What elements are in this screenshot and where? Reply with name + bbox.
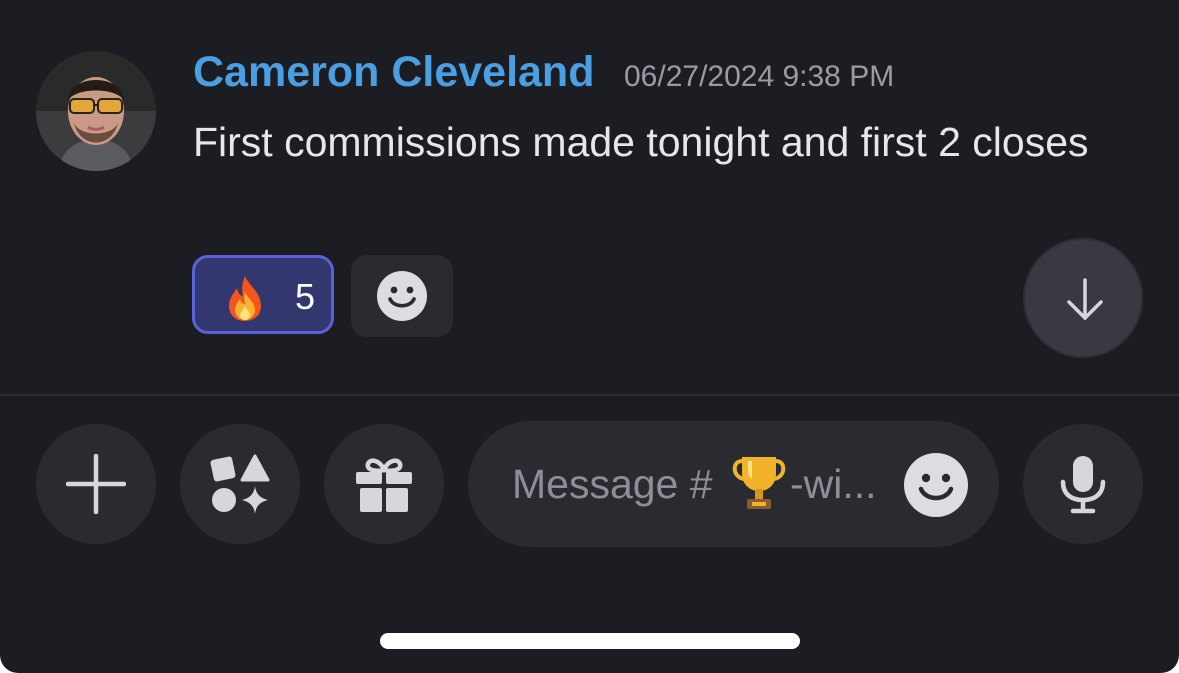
voice-message-button[interactable] [1023, 424, 1143, 544]
author-name[interactable]: Cameron Cleveland [193, 48, 594, 97]
chat-screen: Cameron Cleveland 06/27/2024 9:38 PM Fir… [0, 0, 1179, 673]
add-reaction-button[interactable] [351, 255, 453, 337]
add-attachment-button[interactable] [36, 424, 156, 544]
chat-message: Cameron Cleveland 06/27/2024 9:38 PM Fir… [0, 0, 1179, 394]
message-input[interactable]: Message # -wi... [468, 421, 999, 547]
apps-button[interactable] [180, 424, 300, 544]
avatar[interactable] [36, 51, 156, 171]
arrow-down-icon [1067, 278, 1103, 320]
smiley-icon[interactable] [903, 452, 969, 518]
fire-emoji-icon [229, 276, 261, 321]
microphone-icon [1060, 456, 1106, 514]
message-timestamp: 06/27/2024 9:38 PM [624, 60, 895, 93]
trophy-emoji-icon [732, 457, 786, 509]
gift-icon [356, 458, 412, 512]
message-text: First commissions made tonight and first… [193, 119, 1089, 165]
smiley-icon [377, 271, 427, 321]
home-indicator[interactable] [380, 633, 800, 649]
plus-icon [66, 454, 126, 514]
composer-divider [0, 394, 1179, 396]
avatar-photo [36, 51, 156, 171]
reaction-fire[interactable]: 5 [192, 255, 334, 334]
gift-button[interactable] [324, 424, 444, 544]
channel-name-truncated: -wi... [790, 461, 877, 507]
message-placeholder: Message # [512, 461, 713, 507]
reaction-count: 5 [295, 276, 316, 317]
apps-icon [210, 454, 270, 514]
jump-to-latest-button[interactable] [1023, 238, 1143, 358]
